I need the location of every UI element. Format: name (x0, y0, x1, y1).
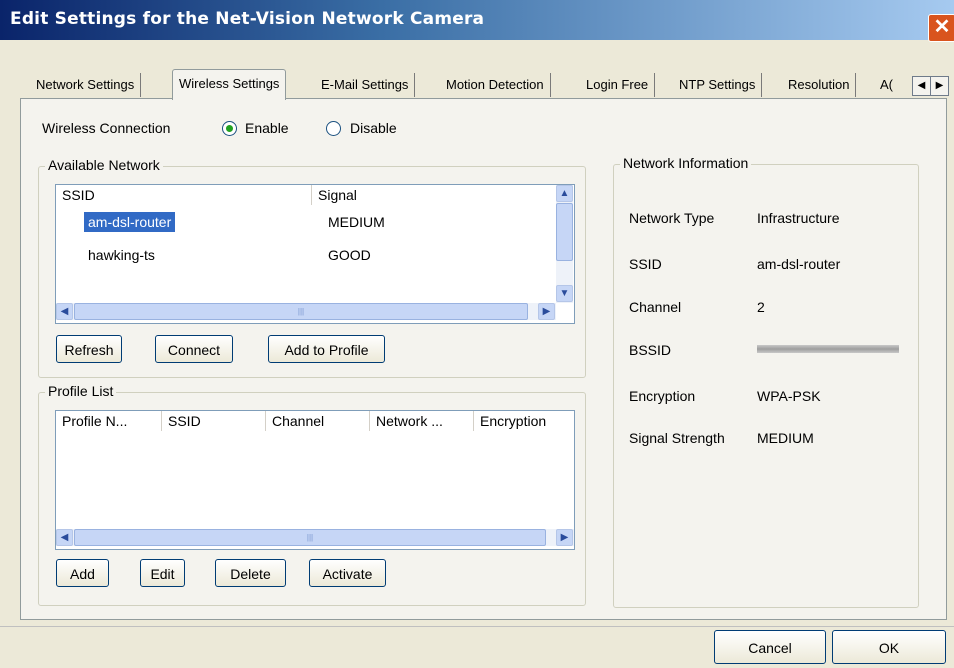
title-bar[interactable]: Edit Settings for the Net-Vision Network… (0, 0, 954, 42)
ssid-label: SSID (629, 256, 662, 272)
activate-button[interactable]: Activate (309, 559, 386, 587)
scroll-right-button[interactable]: ▶ (556, 529, 573, 546)
disable-label[interactable]: Disable (350, 120, 397, 136)
signal-strength-label: Signal Strength (629, 430, 725, 446)
col-header-channel[interactable]: Channel (266, 411, 370, 431)
network-type-label: Network Type (629, 210, 715, 226)
scroll-left-button[interactable]: ◀ (56, 529, 73, 546)
horizontal-scrollbar[interactable]: ◀ ||| ▶ (56, 529, 574, 546)
channel-label: Channel (629, 299, 682, 315)
enable-radio[interactable] (222, 121, 237, 136)
profile-list-title: Profile List (45, 383, 117, 399)
tab-ntp-settings[interactable]: NTP Settings (673, 73, 763, 97)
network-row-signal[interactable]: GOOD (328, 245, 371, 265)
scroll-left-button[interactable]: ◀ (56, 303, 73, 320)
network-information-group: Network Information (613, 155, 919, 608)
delete-button[interactable]: Delete (215, 559, 286, 587)
col-header-ssid[interactable]: SSID (56, 185, 312, 205)
col-header-ssid[interactable]: SSID (162, 411, 266, 431)
scroll-thumb[interactable]: ||| (74, 303, 528, 320)
disable-radio[interactable] (326, 121, 341, 136)
scroll-up-button[interactable]: ▲ (556, 185, 573, 202)
tab-login-free[interactable]: Login Free (580, 73, 656, 97)
tab-scroll-left-button[interactable]: ◀ (912, 76, 931, 96)
close-button[interactable]: ✕ (928, 14, 954, 42)
scroll-down-button[interactable]: ▼ (556, 285, 573, 302)
profile-list[interactable]: Profile N... SSID Channel Network ... En… (55, 410, 575, 550)
scroll-thumb[interactable] (556, 203, 573, 261)
encryption-value: WPA-PSK (757, 388, 821, 404)
vertical-scrollbar[interactable]: ▲ ▼ (556, 185, 573, 303)
cancel-button[interactable]: Cancel (714, 630, 826, 664)
connect-button[interactable]: Connect (155, 335, 233, 363)
tab-truncated[interactable]: A( (876, 73, 896, 97)
ssid-value: am-dsl-router (757, 256, 841, 272)
network-row-ssid[interactable]: am-dsl-router (84, 212, 176, 232)
scroll-thumb[interactable]: ||| (74, 529, 546, 546)
signal-strength-value: MEDIUM (757, 430, 814, 446)
tab-wireless-settings[interactable]: Wireless Settings (172, 69, 287, 100)
tab-network-settings[interactable]: Network Settings (30, 73, 142, 97)
enable-label[interactable]: Enable (245, 120, 289, 136)
tab-email-settings[interactable]: E-Mail Settings (315, 73, 416, 97)
add-button[interactable]: Add (56, 559, 109, 587)
radio-selected-dot (226, 125, 233, 132)
network-information-title: Network Information (620, 155, 752, 171)
encryption-label: Encryption (629, 388, 696, 404)
network-row-ssid[interactable]: hawking-ts (88, 245, 155, 265)
edit-button[interactable]: Edit (140, 559, 185, 587)
network-row-signal[interactable]: MEDIUM (328, 212, 385, 232)
col-header-profile-name[interactable]: Profile N... (56, 411, 162, 431)
refresh-button[interactable]: Refresh (56, 335, 122, 363)
bssid-label: BSSID (629, 342, 672, 358)
channel-value: 2 (757, 299, 765, 315)
window-title: Edit Settings for the Net-Vision Network… (10, 9, 485, 29)
settings-window: Edit Settings for the Net-Vision Network… (0, 0, 954, 668)
wireless-connection-label: Wireless Connection (42, 120, 171, 136)
col-header-network-type[interactable]: Network ... (370, 411, 474, 431)
available-network-title: Available Network (45, 157, 163, 173)
horizontal-scrollbar[interactable]: ◀ ||| ▶ (56, 303, 556, 320)
col-header-encryption[interactable]: Encryption (474, 411, 574, 431)
available-network-list[interactable]: SSID Signal am-dsl-router MEDIUM hawking… (55, 184, 575, 324)
tab-resolution[interactable]: Resolution (782, 73, 857, 97)
add-to-profile-button[interactable]: Add to Profile (268, 335, 385, 363)
tab-scroll-right-button[interactable]: ▶ (930, 76, 949, 96)
bssid-redacted-value (757, 345, 899, 353)
scroll-right-button[interactable]: ▶ (538, 303, 555, 320)
network-type-value: Infrastructure (757, 210, 840, 226)
tab-motion-detection[interactable]: Motion Detection (440, 73, 551, 97)
ok-button[interactable]: OK (832, 630, 946, 664)
col-header-signal[interactable]: Signal (312, 185, 554, 205)
